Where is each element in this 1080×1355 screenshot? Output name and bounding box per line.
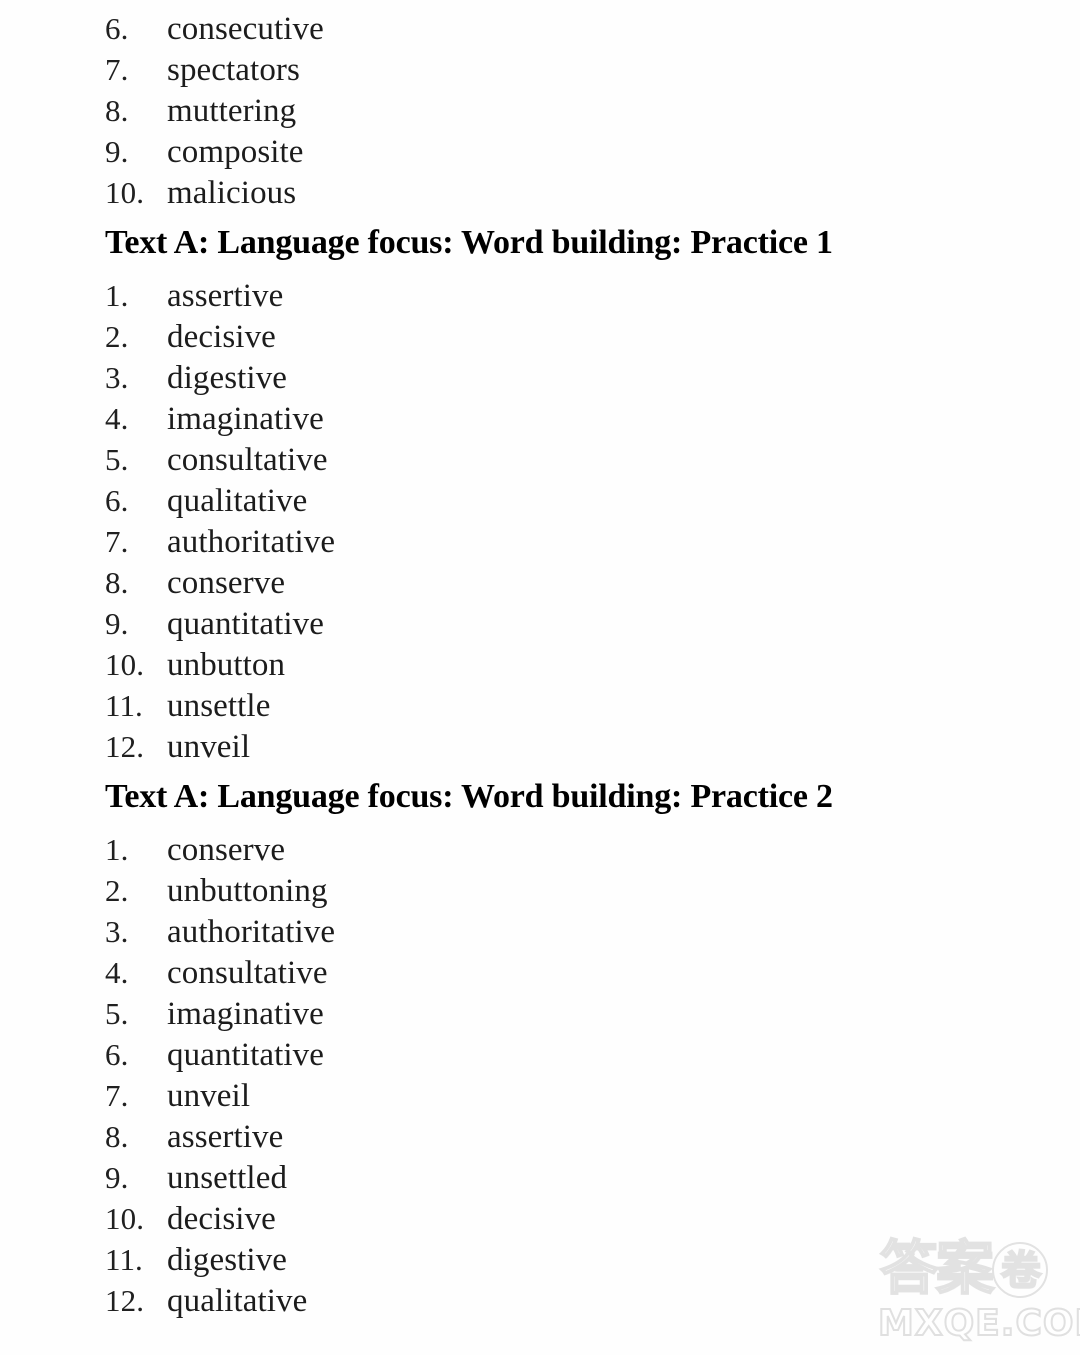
list-item: 6. consecutive: [105, 8, 1005, 49]
list-item-number: 9.: [105, 134, 129, 169]
list-item-number: 10.: [105, 175, 145, 210]
list-item-number: 9.: [105, 606, 129, 641]
list-item: 1. assertive: [105, 275, 1005, 316]
list-item-number: 2.: [105, 873, 129, 908]
list-item: 9. unsettled: [105, 1157, 1005, 1198]
list-item: 6. quantitative: [105, 1034, 1005, 1075]
list-item-word: authoritative: [167, 524, 336, 560]
list-item-number: 7.: [105, 524, 129, 559]
list-item: 9. composite: [105, 131, 1005, 172]
list-item-word: decisive: [167, 319, 276, 355]
list-item-word: authoritative: [167, 914, 336, 950]
list-item-number: 3.: [105, 360, 129, 395]
list-item-word: quantitative: [167, 606, 324, 642]
list-item-number: 7.: [105, 52, 129, 87]
list-item-number: 12.: [105, 729, 145, 764]
list-item-word: assertive: [167, 278, 284, 314]
list-item: 3. authoritative: [105, 911, 1005, 952]
list-item-number: 10.: [105, 647, 145, 682]
list-item: 1. conserve: [105, 829, 1005, 870]
document-content: 6. consecutive 7. spectators 8. mutterin…: [105, 8, 1005, 1321]
answer-list-continuation: 6. consecutive 7. spectators 8. mutterin…: [105, 8, 1005, 213]
list-item: 4. consultative: [105, 952, 1005, 993]
list-item: 3. digestive: [105, 357, 1005, 398]
list-item: 2. decisive: [105, 316, 1005, 357]
list-item: 9. quantitative: [105, 603, 1005, 644]
list-item-word: imaginative: [167, 996, 324, 1032]
list-item: 5. consultative: [105, 439, 1005, 480]
list-item: 8. assertive: [105, 1116, 1005, 1157]
document-page: 6. consecutive 7. spectators 8. mutterin…: [0, 0, 1080, 1355]
list-item-word: muttering: [167, 93, 297, 129]
list-item-number: 6.: [105, 11, 129, 46]
list-item: 2. unbuttoning: [105, 870, 1005, 911]
list-item-word: conserve: [167, 565, 286, 601]
list-item-number: 6.: [105, 1037, 129, 1072]
list-item-word: composite: [167, 134, 304, 170]
list-item-word: unveil: [167, 729, 251, 765]
list-item: 4. imaginative: [105, 398, 1005, 439]
list-item-number: 11.: [105, 1242, 143, 1277]
list-item: 8. muttering: [105, 90, 1005, 131]
list-item-number: 11.: [105, 688, 143, 723]
list-item-word: unbutton: [167, 647, 286, 683]
list-item-number: 4.: [105, 401, 129, 436]
list-item-word: consultative: [167, 442, 328, 478]
list-item-number: 3.: [105, 914, 129, 949]
list-item-number: 2.: [105, 319, 129, 354]
list-item-word: unveil: [167, 1078, 251, 1114]
list-item: 12. qualitative: [105, 1280, 1005, 1321]
list-item-number: 12.: [105, 1283, 145, 1318]
list-item-word: qualitative: [167, 1283, 308, 1319]
list-item-word: qualitative: [167, 483, 308, 519]
list-item-number: 5.: [105, 442, 129, 477]
list-item-word: digestive: [167, 1242, 288, 1278]
list-item-word: malicious: [167, 175, 297, 211]
list-item-word: conserve: [167, 832, 286, 868]
list-item-word: digestive: [167, 360, 288, 396]
list-item: 11. unsettle: [105, 685, 1005, 726]
list-item: 11. digestive: [105, 1239, 1005, 1280]
list-item-word: unsettled: [167, 1160, 288, 1196]
list-item-number: 6.: [105, 483, 129, 518]
list-item-word: consecutive: [167, 11, 324, 47]
list-item-number: 9.: [105, 1160, 129, 1195]
list-item-word: decisive: [167, 1201, 276, 1237]
list-item-word: unbuttoning: [167, 873, 328, 909]
section-heading-practice-2: Text A: Language focus: Word building: P…: [105, 778, 833, 815]
list-item: 6. qualitative: [105, 480, 1005, 521]
list-item-number: 5.: [105, 996, 129, 1031]
list-item-word: imaginative: [167, 401, 324, 437]
list-item-number: 4.: [105, 955, 129, 990]
list-item-word: consultative: [167, 955, 328, 991]
list-item: 10. malicious: [105, 172, 1005, 213]
list-item-number: 7.: [105, 1078, 129, 1113]
list-item-number: 10.: [105, 1201, 145, 1236]
list-item-number: 8.: [105, 1119, 129, 1154]
list-item-number: 1.: [105, 832, 129, 867]
list-item-number: 8.: [105, 565, 129, 600]
answer-list-practice-2: 1. conserve 2. unbuttoning 3. authoritat…: [105, 829, 1005, 1321]
list-item: 10. unbutton: [105, 644, 1005, 685]
list-item: 5. imaginative: [105, 993, 1005, 1034]
answer-list-practice-1: 1. assertive 2. decisive 3. digestive 4.…: [105, 275, 1005, 767]
list-item-number: 1.: [105, 278, 129, 313]
list-item-word: quantitative: [167, 1037, 324, 1073]
list-item-word: assertive: [167, 1119, 284, 1155]
section-heading-practice-1: Text A: Language focus: Word building: P…: [105, 224, 833, 261]
list-item: 7. authoritative: [105, 521, 1005, 562]
list-item-number: 8.: [105, 93, 129, 128]
list-item: 8. conserve: [105, 562, 1005, 603]
list-item: 10. decisive: [105, 1198, 1005, 1239]
list-item: 12. unveil: [105, 726, 1005, 767]
list-item: 7. unveil: [105, 1075, 1005, 1116]
list-item-word: spectators: [167, 52, 300, 88]
list-item: 7. spectators: [105, 49, 1005, 90]
list-item-word: unsettle: [167, 688, 271, 724]
